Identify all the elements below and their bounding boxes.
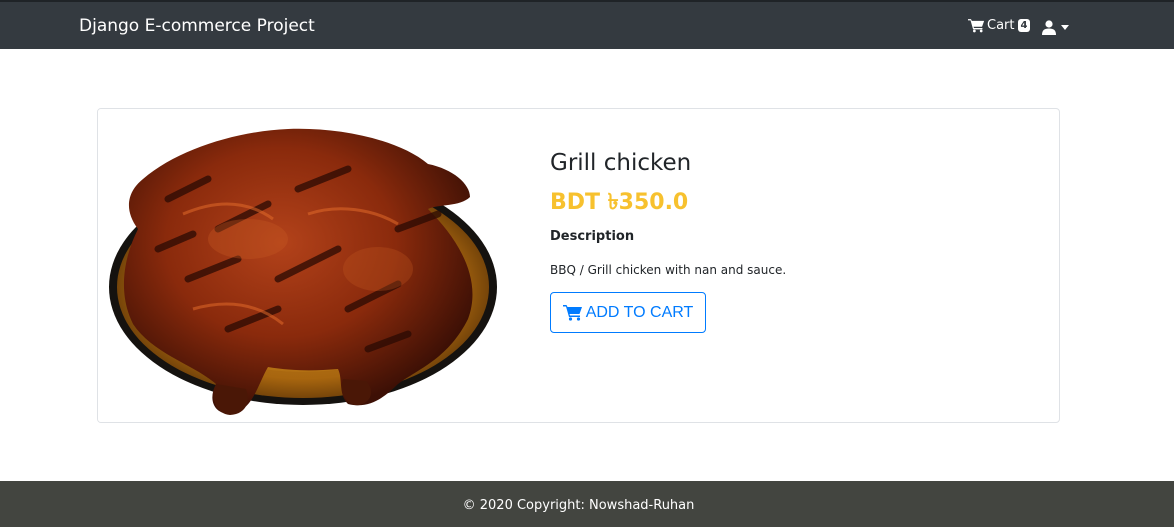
add-to-cart-label: ADD TO CART bbox=[585, 303, 694, 321]
product-description: BBQ / Grill chicken with nan and sauce. bbox=[550, 263, 787, 277]
cart-link[interactable]: Cart 4 bbox=[968, 18, 1031, 33]
user-menu-dropdown[interactable] bbox=[1042, 20, 1069, 35]
grilled-chicken-image bbox=[109, 128, 497, 415]
cart-label: Cart bbox=[987, 18, 1015, 33]
copyright-text: © 2020 Copyright: Nowshad-Ruhan bbox=[462, 498, 695, 513]
product-image bbox=[98, 109, 504, 422]
page-footer: © 2020 Copyright: Nowshad-Ruhan bbox=[0, 481, 1174, 527]
shopping-cart-icon bbox=[562, 305, 582, 321]
shopping-cart-icon bbox=[968, 19, 985, 33]
caret-down-icon bbox=[1061, 25, 1069, 30]
description-heading: Description bbox=[550, 229, 635, 244]
brand-link[interactable]: Django E-commerce Project bbox=[79, 16, 315, 36]
add-to-cart-button[interactable]: ADD TO CART bbox=[550, 292, 706, 333]
product-price: BDT ৳350.0 bbox=[550, 190, 689, 215]
product-title: Grill chicken bbox=[550, 150, 692, 176]
user-icon bbox=[1042, 20, 1056, 35]
cart-count-badge: 4 bbox=[1017, 19, 1031, 32]
top-navbar: Django E-commerce Project Cart 4 bbox=[0, 0, 1174, 49]
